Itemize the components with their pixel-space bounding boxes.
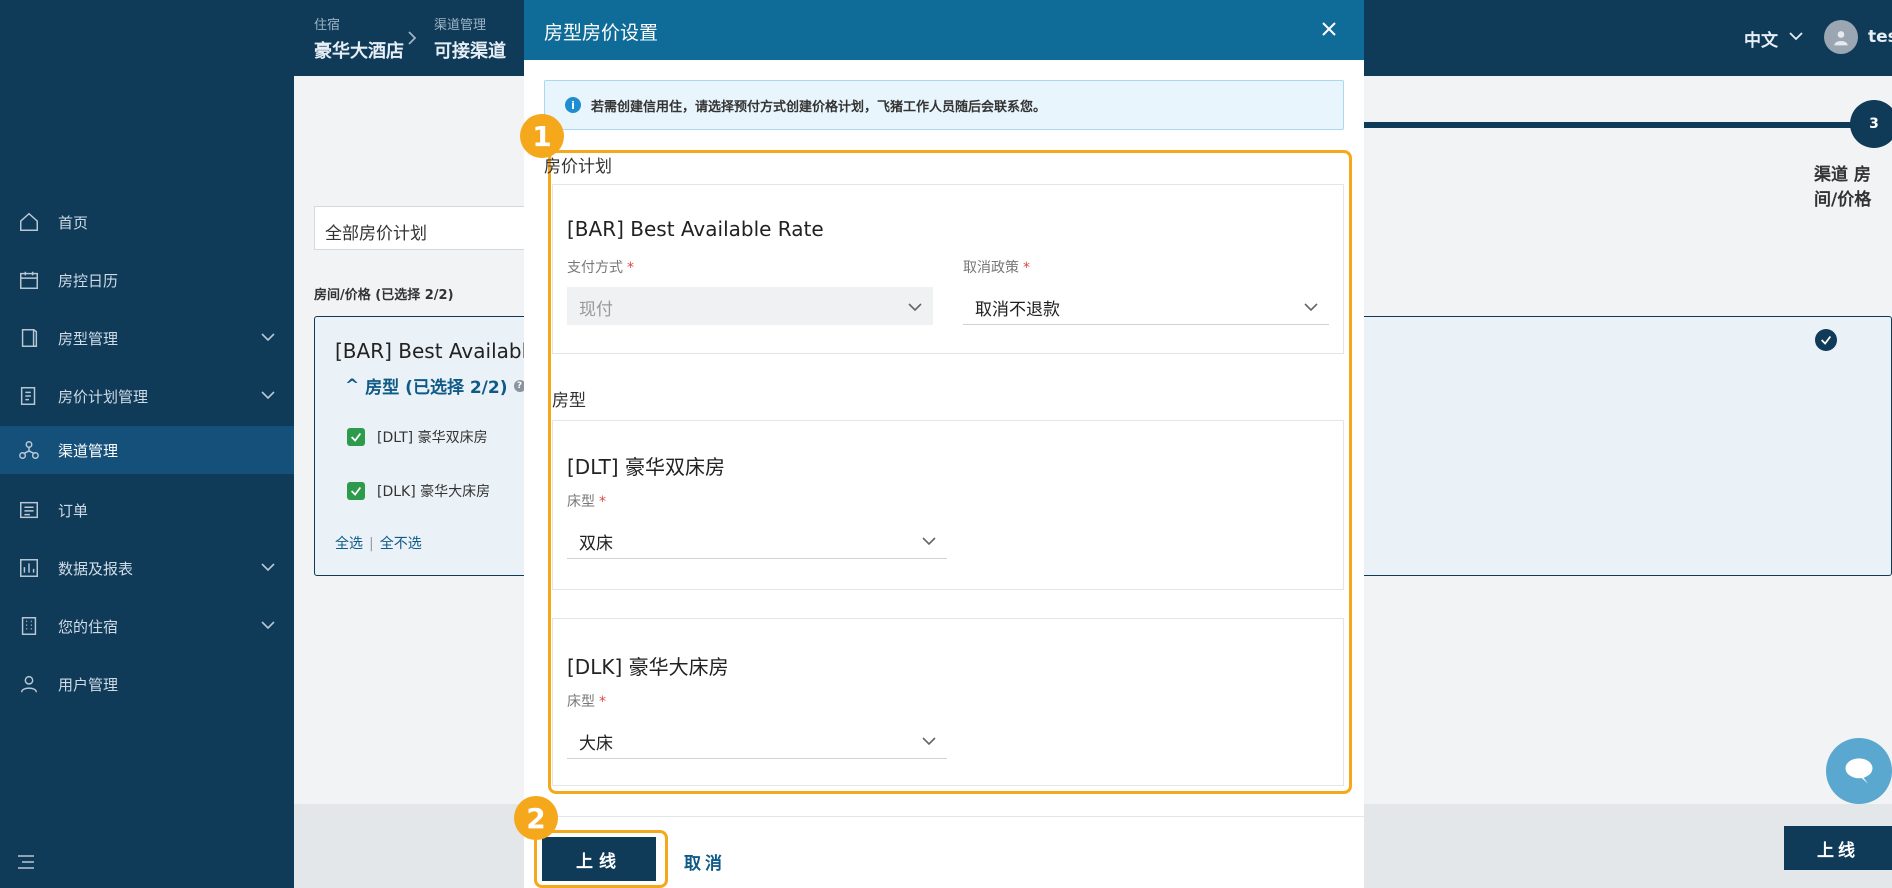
bed-type-label: 床型 * xyxy=(567,694,606,710)
room-type-toggle[interactable]: ^ 房型 (已选择 2/2) ? xyxy=(345,373,526,398)
sidebar-item-reports[interactable]: 数据及报表 xyxy=(0,544,294,592)
room-price-label: 房间/价格 (已选择 2/2) xyxy=(314,288,454,303)
channel-icon xyxy=(16,437,42,463)
payment-method-select: 现付 xyxy=(567,287,933,325)
room-type-section-label: 房型 xyxy=(552,391,586,411)
room-checkbox-dlt[interactable]: [DLT] 豪华双床房 xyxy=(347,427,488,447)
highlight-box-2 xyxy=(534,830,668,888)
chevron-down-icon xyxy=(921,733,937,749)
sidebar-item-label: 渠道管理 xyxy=(58,441,119,460)
chevron-down-icon xyxy=(1788,28,1804,49)
room-type-title: [DLK] 豪华大床房 xyxy=(567,655,729,679)
menu-collapse-icon[interactable] xyxy=(16,852,36,872)
room-checkbox-dlk[interactable]: [DLK] 豪华大床房 xyxy=(347,481,490,501)
sidebar: 首页 房控日历 房型管理 房价计划管理 渠道管理 订单 数据及报表 您的住宿 用… xyxy=(0,0,294,888)
chevron-down-icon xyxy=(260,329,276,345)
sidebar-item-label: 数据及报表 xyxy=(58,559,134,578)
chevron-down-icon xyxy=(260,617,276,633)
language-selector[interactable]: 中文 xyxy=(1744,26,1804,51)
sidebar-item-orders[interactable]: 订单 xyxy=(0,486,294,534)
chevron-up-icon: ^ xyxy=(345,375,360,396)
background-online-button[interactable]: 上线 xyxy=(1784,826,1892,870)
chevron-down-icon xyxy=(921,533,937,549)
room-icon xyxy=(16,325,42,351)
info-notice: i 若需创建信用住，请选择预付方式创建价格计划，飞猪工作人员随后会联系您。 xyxy=(544,80,1344,130)
checkbox-checked-icon[interactable] xyxy=(347,482,365,500)
user-icon xyxy=(16,671,42,697)
sidebar-item-home[interactable]: 首页 xyxy=(0,198,294,246)
sidebar-item-label: 房价计划管理 xyxy=(58,387,149,406)
modal-title: 房型房价设置 xyxy=(544,22,659,44)
building-icon xyxy=(16,613,42,639)
sidebar-item-property[interactable]: 您的住宿 xyxy=(0,602,294,650)
user-menu[interactable]: tes xyxy=(1824,20,1892,54)
sidebar-item-label: 房控日历 xyxy=(58,271,119,290)
room-rate-settings-modal: 房型房价设置 i 若需创建信用住，请选择预付方式创建价格计划，飞猪工作人员随后会… xyxy=(514,0,1364,888)
close-icon[interactable] xyxy=(1318,18,1340,40)
bed-type-select[interactable]: 大床 xyxy=(567,721,947,759)
rate-plan-title: [BAR] Best Available Rate xyxy=(567,217,824,241)
chat-icon[interactable] xyxy=(1826,738,1892,804)
cancel-button[interactable]: 取消 xyxy=(684,849,726,874)
modal-header: 房型房价设置 xyxy=(524,0,1364,60)
info-text: 若需创建信用住，请选择预付方式创建价格计划，飞猪工作人员随后会联系您。 xyxy=(591,99,1047,115)
order-icon xyxy=(16,497,42,523)
checkbox-checked-icon[interactable] xyxy=(347,428,365,446)
chevron-down-icon xyxy=(907,299,923,315)
rate-plan-section-label: 房价计划 xyxy=(544,157,612,177)
chevron-down-icon xyxy=(260,387,276,403)
breadcrumb-channel[interactable]: 渠道管理 可接渠道 xyxy=(434,14,506,63)
step-number: 3 xyxy=(1850,100,1892,148)
room-type-panel-dlt: [DLT] 豪华双床房 床型 * 双床 xyxy=(552,420,1344,590)
info-icon: i xyxy=(565,97,581,113)
sidebar-item-label: 房型管理 xyxy=(58,329,119,348)
sidebar-item-label: 订单 xyxy=(58,501,89,520)
selection-links: 全选 | 全不选 xyxy=(335,536,422,552)
report-icon xyxy=(16,555,42,581)
calendar-icon xyxy=(16,267,42,293)
card-title: [BAR] Best Available xyxy=(335,339,540,363)
check-circle-icon xyxy=(1815,329,1837,351)
chevron-right-icon xyxy=(406,30,418,46)
step-badge-2: 2 xyxy=(514,796,558,840)
cancel-policy-label: 取消政策 * xyxy=(963,260,1030,276)
sidebar-item-label: 首页 xyxy=(58,213,89,232)
payment-method-label: 支付方式 * xyxy=(567,260,634,276)
price-plan-icon xyxy=(16,383,42,409)
select-all-link[interactable]: 全选 xyxy=(335,536,363,552)
room-type-title: [DLT] 豪华双床房 xyxy=(567,455,725,479)
rate-plan-panel: [BAR] Best Available Rate 支付方式 * 现付 取消政策 *… xyxy=(552,184,1344,354)
room-type-panel-dlk: [DLK] 豪华大床房 床型 * 大床 xyxy=(552,618,1344,786)
breadcrumb-property[interactable]: 住宿 豪华大酒店 xyxy=(314,14,404,63)
bed-type-label: 床型 * xyxy=(567,494,606,510)
sidebar-item-rate-plans[interactable]: 房价计划管理 xyxy=(0,372,294,420)
sidebar-item-users[interactable]: 用户管理 xyxy=(0,660,294,708)
step-progress-line xyxy=(1358,122,1854,128)
home-icon xyxy=(16,209,42,235)
cancel-policy-select[interactable]: 取消不退款 xyxy=(963,287,1329,325)
deselect-all-link[interactable]: 全不选 xyxy=(380,536,422,552)
chevron-down-icon xyxy=(1303,299,1319,315)
sidebar-item-channels[interactable]: 渠道管理 xyxy=(0,426,294,474)
avatar xyxy=(1824,20,1858,54)
sidebar-item-calendar[interactable]: 房控日历 xyxy=(0,256,294,304)
sidebar-item-room-types[interactable]: 房型管理 xyxy=(0,314,294,362)
step-label: 渠道 房间/价格 xyxy=(1814,165,1872,210)
chevron-down-icon xyxy=(260,559,276,575)
sidebar-item-label: 用户管理 xyxy=(58,675,119,694)
sidebar-item-label: 您的住宿 xyxy=(58,617,119,636)
rate-plan-filter[interactable]: 全部房价计划 xyxy=(314,206,554,250)
bed-type-select[interactable]: 双床 xyxy=(567,521,947,559)
